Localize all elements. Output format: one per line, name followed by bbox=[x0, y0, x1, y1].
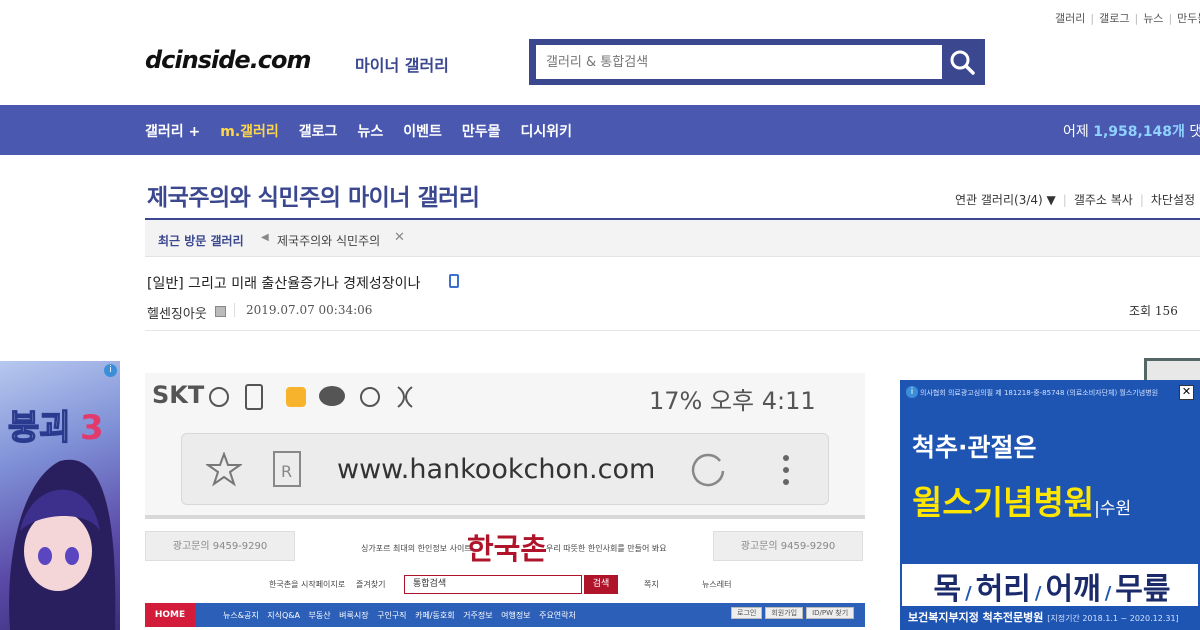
slogan-right: 우리 따뜻한 한인사회를 만들어 봐요 bbox=[546, 544, 667, 553]
site-logo-sub[interactable]: 마이너 갤러리 bbox=[355, 52, 449, 76]
nav-mall[interactable]: 만두몰 bbox=[462, 121, 501, 141]
recent-visit-bar: 최근 방문 갤러리 ◀ 제국주의와 식민주의 ✕ bbox=[145, 220, 1200, 257]
right-banner-ad[interactable]: 의사협회 의료광고심의필 제 181218-중-85748 (의료소비자단체) … bbox=[900, 380, 1200, 630]
related-gallery-dropdown[interactable]: 연관 갤러리(3/4) ▼ bbox=[955, 193, 1056, 207]
nav-wiki[interactable]: 디시위키 bbox=[520, 121, 572, 141]
ad-info-icon[interactable]: i bbox=[906, 386, 918, 398]
hankookchon-logo: 한국촌 bbox=[467, 532, 548, 566]
svg-text:R: R bbox=[281, 462, 292, 481]
anime-character-illustration: 붕괴 3 bbox=[7, 407, 116, 630]
post-header-divider bbox=[145, 330, 1200, 331]
main-nav: 갤러리 + m.갤러리 갤로그 뉴스 이벤트 만두몰 디시위키 어제 1,958… bbox=[0, 105, 1200, 155]
carrier-label: SKT bbox=[152, 381, 205, 409]
ad-info-icon[interactable]: i bbox=[104, 364, 117, 377]
top-link-gallery[interactable]: 갤러리 bbox=[1055, 12, 1085, 25]
search-box bbox=[529, 39, 985, 85]
phone-status-bar: SKT 17% 오후 4:11 bbox=[152, 381, 858, 415]
ad-body-parts: 목 / 허리 / 어깨 / 무릎 bbox=[933, 572, 1171, 607]
post-title: [일반] 그리고 미래 출산율증가나 경제성장이나 bbox=[147, 276, 421, 292]
nav-event[interactable]: 이벤트 bbox=[403, 121, 442, 141]
post-date: 2019.07.07 00:34:06 bbox=[246, 303, 373, 317]
memo-link: 쪽지 bbox=[644, 580, 659, 589]
ad-inquiry-right: 광고문의 9459-9290 bbox=[713, 531, 863, 561]
search-button[interactable] bbox=[945, 45, 979, 79]
inner-search-button: 검색 bbox=[584, 575, 618, 594]
left-banner-ad[interactable]: 붕괴 3 i bbox=[0, 361, 120, 630]
top-utility-links: 갤러리|갤로그|뉴스|만두몰 bbox=[1055, 10, 1200, 26]
newsletter-link: 뉴스레터 bbox=[702, 580, 732, 589]
right-ad-frame bbox=[1144, 358, 1200, 380]
search-icon bbox=[950, 50, 975, 75]
gallery-tools: 연관 갤러리(3/4) ▼ | 갤주소 복사 | 차단설정 bbox=[955, 193, 1196, 207]
svg-text:붕괴: 붕괴 bbox=[8, 408, 71, 448]
post-views-count: 156 bbox=[1154, 304, 1178, 318]
block-settings-button[interactable]: 차단설정 bbox=[1151, 193, 1195, 207]
top-link-gallog[interactable]: 갤로그 bbox=[1099, 12, 1129, 25]
recent-visit-item[interactable]: 제국주의와 식민주의 bbox=[277, 232, 380, 249]
hankookchon-page: 광고문의 9459-9290 광고문의 9459-9290 싱가포르 최대의 한… bbox=[145, 515, 865, 630]
top-link-news[interactable]: 뉴스 bbox=[1143, 12, 1163, 25]
nav-gallery[interactable]: 갤러리 + bbox=[145, 121, 200, 141]
post-author[interactable]: 헬센징아웃 bbox=[147, 303, 207, 322]
site-logo[interactable]: dcinside.com bbox=[145, 46, 312, 74]
copy-address-button[interactable]: 갤주소 복사 bbox=[1074, 193, 1133, 207]
search-input[interactable] bbox=[536, 45, 942, 79]
meta-divider bbox=[234, 303, 235, 317]
yesterday-count-value: 1,958,148개 bbox=[1093, 124, 1185, 140]
recent-visit-label: 최근 방문 갤러리 bbox=[158, 234, 244, 248]
caret-down-icon: ▼ bbox=[1046, 193, 1056, 207]
browser-url-bar: R www.hankookchon.com bbox=[181, 433, 829, 505]
inner-menu-bar: HOME 뉴스&공지 지식Q&A 부동산 벼룩시장 구인구직 카페/동호회 거주… bbox=[145, 603, 865, 627]
nav-news[interactable]: 뉴스 bbox=[357, 121, 383, 141]
ad-hospital-name: 윌스기념병원|수원 bbox=[912, 483, 1132, 522]
inner-search-field: 통합검색 bbox=[404, 575, 582, 594]
ad-disclaimer: 의사협회 의료광고심의필 제 181218-중-85748 (의료소비자단체) … bbox=[902, 382, 1198, 404]
status-icons bbox=[209, 384, 413, 410]
slogan-left: 싱가포르 최대의 한인정보 사이트 bbox=[361, 544, 472, 553]
prev-arrow-icon[interactable]: ◀ bbox=[261, 232, 269, 243]
battery-time: 17% 오후 4:11 bbox=[649, 387, 816, 415]
reader-mode-icon: R bbox=[273, 451, 301, 487]
favorites-link: 즐겨찾기 bbox=[356, 580, 386, 589]
remove-recent-icon[interactable]: ✕ bbox=[394, 230, 405, 245]
yesterday-count: 어제 1,958,148개 댓글 bbox=[1063, 124, 1200, 140]
post-views: 조회 156 bbox=[1129, 304, 1178, 318]
gallery-title[interactable]: 제국주의와 식민주의 마이너 갤러리 bbox=[147, 178, 480, 212]
ad-inquiry-left: 광고문의 9459-9290 bbox=[145, 531, 295, 561]
reload-icon bbox=[691, 453, 725, 487]
url-text: www.hankookchon.com bbox=[337, 454, 656, 485]
post-image: SKT 17% 오후 4:11 R www.hankookchon.com 광고… bbox=[145, 373, 865, 630]
start-page-link: 한국촌을 시작페이지로 bbox=[269, 580, 346, 589]
close-ad-icon[interactable]: ✕ bbox=[1179, 385, 1194, 400]
ad-headline: 척추·관절은 bbox=[912, 433, 1037, 462]
nav-m-gallery[interactable]: m.갤러리 bbox=[220, 121, 279, 141]
user-level-icon bbox=[215, 306, 226, 317]
svg-text:3: 3 bbox=[80, 408, 104, 448]
ad-footer: 보건복지부지정 척추전문병원 [지정기간 2018.1.1 ~ 2020.12.… bbox=[902, 606, 1198, 628]
inner-home-tab: HOME bbox=[145, 603, 195, 627]
more-menu-icon bbox=[783, 455, 789, 485]
nav-gallog[interactable]: 갤로그 bbox=[299, 121, 338, 141]
mobile-phone-icon bbox=[449, 274, 459, 288]
inner-menu-items: 뉴스&공지 지식Q&A 부동산 벼룩시장 구인구직 카페/동호회 거주정보 여행… bbox=[223, 611, 576, 620]
top-link-mall[interactable]: 만두몰 bbox=[1177, 12, 1200, 25]
star-icon bbox=[206, 452, 242, 487]
inner-account-buttons: 로그인 회원가입 ID/PW 찾기 bbox=[731, 607, 857, 619]
ad-headline-panel: 척추·관절은 윌스기념병원|수원 bbox=[902, 404, 1198, 564]
